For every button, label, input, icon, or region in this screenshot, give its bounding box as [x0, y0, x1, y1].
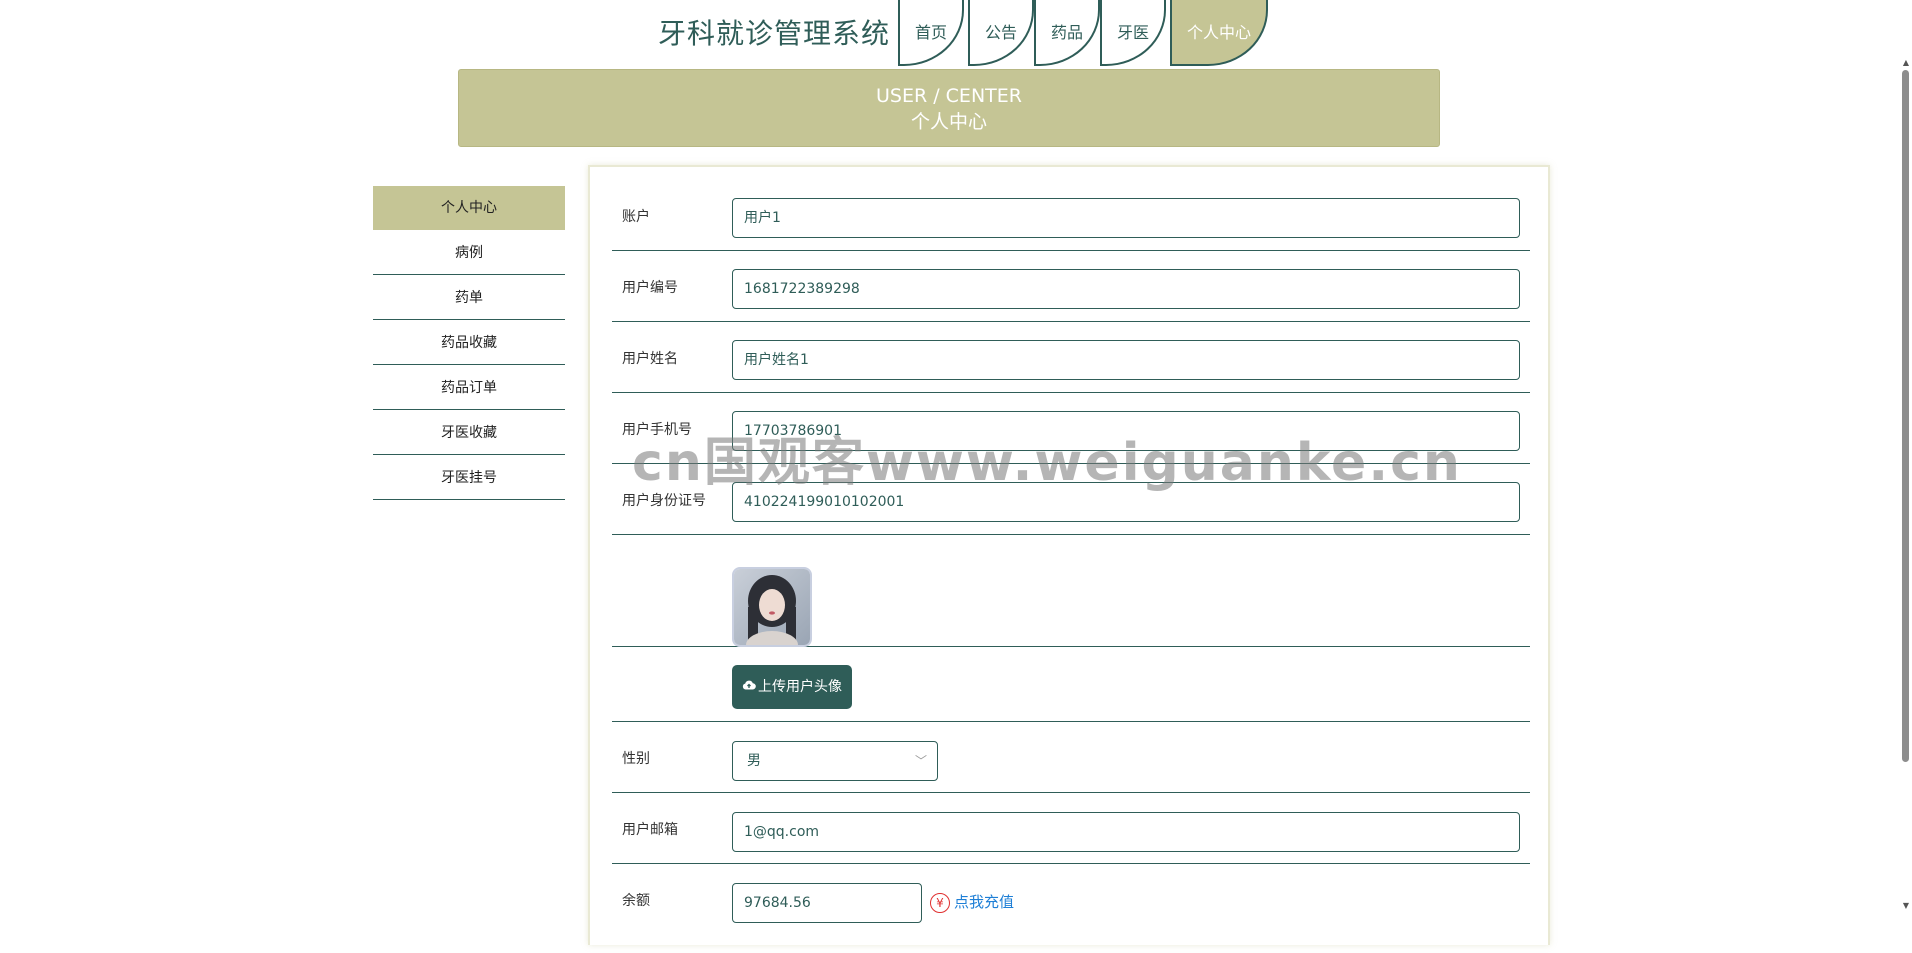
gender-selected-value: 男 — [747, 753, 761, 769]
form-row-upload: 上传用户头像 — [612, 646, 1530, 722]
page-banner: USER / CENTER 个人中心 — [458, 69, 1440, 147]
sidebar-item-case[interactable]: 病例 — [373, 231, 565, 275]
upload-avatar-button[interactable]: 上传用户头像 — [732, 665, 852, 709]
site-title: 牙科就诊管理系统 — [658, 17, 891, 50]
scroll-thumb[interactable] — [1902, 70, 1909, 762]
user-no-input[interactable]: 1681722389298 — [732, 269, 1520, 309]
form-row-balance: 余额 97684.56 ¥ 点我充值 — [612, 863, 1530, 953]
recharge-label: 点我充值 — [954, 893, 1015, 911]
phone-label: 用户手机号 — [622, 422, 692, 438]
sidebar-item-medicine-favorites[interactable]: 药品收藏 — [373, 321, 565, 365]
sidebar: 个人中心 病例 药单 药品收藏 药品订单 牙医收藏 牙医挂号 — [373, 186, 565, 500]
sidebar-item-medicine-orders[interactable]: 药品订单 — [373, 366, 565, 410]
email-input[interactable]: 1@qq.com — [732, 812, 1520, 852]
form-row-id-card: 用户身份证号 410224199010102001 — [612, 482, 1530, 535]
avatar-image — [732, 567, 812, 647]
form-row-user-name: 用户姓名 用户姓名1 — [612, 340, 1530, 393]
banner-title-cn: 个人中心 — [910, 111, 987, 133]
gender-label: 性别 — [622, 751, 650, 767]
sidebar-item-dentist-favorites[interactable]: 牙医收藏 — [373, 411, 565, 455]
form-row-gender: 性别 男 ﹀ — [612, 721, 1530, 793]
page-scrollbar[interactable]: ▲ ▼ — [1900, 58, 1912, 910]
banner-title-en: USER / CENTER — [876, 85, 1022, 107]
yen-circle-icon: ¥ — [930, 892, 950, 913]
nav-tab-dentist[interactable]: 牙医 — [1100, 0, 1166, 66]
id-card-input[interactable]: 410224199010102001 — [732, 482, 1520, 522]
nav-tab-notice[interactable]: 公告 — [968, 0, 1034, 66]
form-row-avatar — [612, 553, 1530, 647]
recharge-link[interactable]: ¥ 点我充值 — [930, 891, 1014, 913]
balance-input[interactable]: 97684.56 — [732, 883, 922, 923]
balance-label: 余额 — [622, 893, 650, 909]
user-name-label: 用户姓名 — [622, 351, 678, 367]
user-name-input[interactable]: 用户姓名1 — [732, 340, 1520, 380]
email-label: 用户邮箱 — [622, 822, 678, 838]
nav-tab-user-center[interactable]: 个人中心 — [1170, 0, 1268, 66]
sidebar-item-dentist-registration[interactable]: 牙医挂号 — [373, 456, 565, 500]
upload-avatar-label: 上传用户头像 — [758, 679, 842, 695]
user-info-form: 账户 用户1 用户编号 1681722389298 用户姓名 用户姓名1 用户手… — [588, 165, 1550, 945]
nav-tab-medicine[interactable]: 药品 — [1034, 0, 1100, 66]
account-label: 账户 — [622, 209, 650, 225]
sidebar-item-prescription[interactable]: 药单 — [373, 276, 565, 320]
scroll-up-icon[interactable]: ▲ — [1900, 58, 1912, 67]
nav-tab-home[interactable]: 首页 — [898, 0, 964, 66]
sidebar-item-user-center[interactable]: 个人中心 — [373, 186, 565, 230]
chevron-down-icon: ﹀ — [914, 754, 927, 768]
id-card-label: 用户身份证号 — [622, 493, 706, 509]
account-input[interactable]: 用户1 — [732, 198, 1520, 238]
form-row-phone: 用户手机号 17703786901 — [612, 411, 1530, 464]
form-row-account: 账户 用户1 — [612, 198, 1530, 251]
cloud-upload-icon — [742, 665, 756, 709]
form-row-email: 用户邮箱 1@qq.com — [612, 792, 1530, 864]
form-row-user-no: 用户编号 1681722389298 — [612, 269, 1530, 322]
gender-select[interactable]: 男 ﹀ — [732, 741, 938, 781]
avatar-portrait — [734, 569, 810, 645]
scroll-down-icon[interactable]: ▼ — [1900, 901, 1912, 910]
phone-input[interactable]: 17703786901 — [732, 411, 1520, 451]
user-no-label: 用户编号 — [622, 280, 678, 296]
